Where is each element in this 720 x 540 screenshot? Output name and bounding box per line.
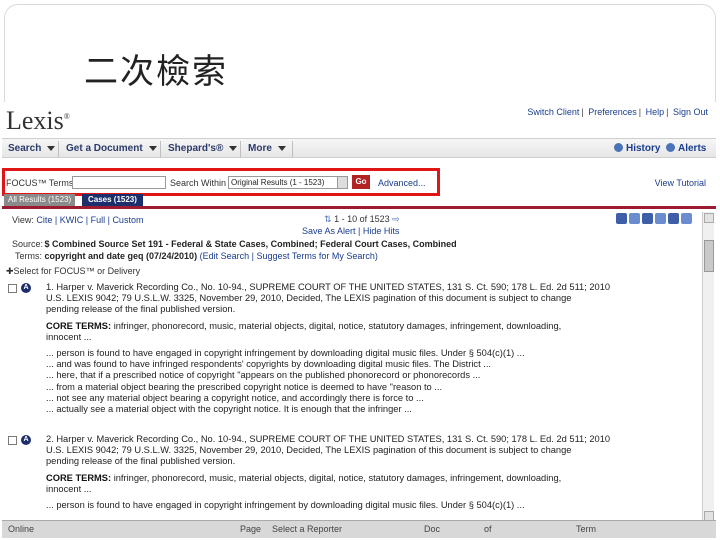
result-checkbox[interactable] bbox=[8, 284, 17, 293]
scrollbar[interactable] bbox=[702, 212, 714, 522]
hit-line: ... actually see a material object with … bbox=[46, 404, 412, 415]
alert-links: Save As Alert | Hide Hits bbox=[302, 226, 400, 236]
lexis-screenshot: Lexis® Switch Client | Preferences | Help |… bbox=[2, 102, 716, 538]
select-for-focus-link[interactable]: ✚Select for FOCUS™ or Delivery bbox=[6, 266, 140, 277]
main-nav: Search Get a Document Shepard's® More Hi… bbox=[2, 138, 716, 158]
delivery-tools bbox=[616, 213, 694, 226]
view-cite[interactable]: Cite bbox=[36, 215, 52, 225]
check-icon[interactable] bbox=[668, 213, 679, 224]
view-row: View: Cite | KWIC | Full | Custom ⇅ 1 - … bbox=[2, 212, 716, 226]
download-icon[interactable] bbox=[655, 213, 666, 224]
document-icon[interactable]: A bbox=[21, 283, 31, 293]
history-icon bbox=[614, 143, 623, 152]
view-custom[interactable]: Custom bbox=[112, 215, 143, 225]
nav-get-a-document[interactable]: Get a Document bbox=[66, 143, 157, 154]
bottom-bar: Online Page Select a Reporter Doc of Ter… bbox=[2, 520, 716, 538]
account-links: Switch Client | Preferences | Help | Sign O… bbox=[527, 107, 708, 117]
hit-line: ... here, that if a prescribed notice of… bbox=[46, 370, 481, 381]
nav-shepards[interactable]: Shepard's® bbox=[168, 143, 238, 154]
term-label: Term bbox=[576, 524, 596, 534]
online-status: Online bbox=[8, 524, 35, 534]
hit-line: ... person is found to have engaged in c… bbox=[46, 500, 525, 511]
view-options: View: Cite | KWIC | Full | Custom bbox=[12, 215, 144, 225]
scroll-thumb[interactable] bbox=[704, 240, 714, 272]
view-label: View: bbox=[12, 215, 34, 225]
chevron-down-icon bbox=[148, 145, 157, 151]
scroll-up-arrow[interactable] bbox=[704, 213, 714, 223]
switch-client-link[interactable]: Switch Client bbox=[527, 107, 579, 117]
help-link[interactable]: Help bbox=[646, 107, 665, 117]
save-icon[interactable] bbox=[642, 213, 653, 224]
result-tabs: All Results (1523) Cases (1523) bbox=[2, 194, 716, 209]
edit-search-link[interactable]: Edit Search bbox=[203, 251, 250, 261]
reporter-select[interactable]: Select a Reporter bbox=[272, 524, 342, 534]
hide-hits-link[interactable]: Hide Hits bbox=[363, 226, 400, 236]
next-page-icon[interactable]: ⇨ bbox=[392, 214, 400, 224]
alerts-link[interactable]: Alerts bbox=[666, 143, 706, 154]
sign-out-link[interactable]: Sign Out bbox=[673, 107, 708, 117]
paging: ⇅ 1 - 10 of 1523 ⇨ bbox=[324, 214, 400, 224]
view-kwic[interactable]: KWIC bbox=[60, 215, 84, 225]
paging-arrows-icon[interactable]: ⇅ bbox=[324, 214, 332, 224]
suggest-terms-link[interactable]: Suggest Terms for My Search bbox=[256, 251, 374, 261]
result-checkbox[interactable] bbox=[8, 436, 17, 445]
chevron-down-icon bbox=[47, 145, 56, 151]
nav-more[interactable]: More bbox=[248, 143, 286, 154]
result-title[interactable]: 1. Harper v. Maverick Recording Co., No.… bbox=[46, 282, 698, 293]
of-label: of bbox=[484, 524, 492, 534]
source-value: $ Combined Source Set 191 bbox=[44, 239, 164, 249]
tab-divider bbox=[2, 206, 716, 209]
save-as-alert-link[interactable]: Save As Alert bbox=[302, 226, 356, 236]
lexis-logo: Lexis® bbox=[6, 106, 70, 135]
chevron-down-icon bbox=[229, 145, 238, 151]
hit-line: ... and was found to have infringed resp… bbox=[46, 359, 491, 370]
tools-icon[interactable] bbox=[681, 213, 692, 224]
preferences-link[interactable]: Preferences bbox=[588, 107, 637, 117]
email-icon[interactable] bbox=[629, 213, 640, 224]
alerts-icon bbox=[666, 143, 675, 152]
highlight-box bbox=[2, 168, 440, 196]
source-info: Source: $ Combined Source Set 191 - Fede… bbox=[12, 239, 457, 261]
document-icon[interactable]: A bbox=[21, 435, 31, 445]
chevron-down-icon bbox=[277, 145, 286, 151]
history-link[interactable]: History bbox=[614, 143, 660, 154]
hit-line: ... from a material object bearing the p… bbox=[46, 381, 443, 392]
terms-value: copyright and date geq (07/24/2010) bbox=[44, 251, 198, 261]
nav-search[interactable]: Search bbox=[8, 143, 56, 154]
page-label: Page bbox=[240, 524, 262, 534]
doc-label: Doc bbox=[424, 524, 441, 534]
view-tutorial-link[interactable]: View Tutorial bbox=[655, 178, 706, 188]
print-icon[interactable] bbox=[616, 213, 627, 224]
hit-line: ... not see any material object bearing … bbox=[46, 392, 424, 403]
result-title[interactable]: 2. Harper v. Maverick Recording Co., No.… bbox=[46, 434, 698, 445]
slide-title: 二次檢索 bbox=[84, 52, 228, 92]
hit-line: ... person is found to have engaged in c… bbox=[46, 348, 525, 359]
top-bar: Lexis® Switch Client | Preferences | Help |… bbox=[2, 102, 716, 136]
view-full[interactable]: Full bbox=[91, 215, 106, 225]
